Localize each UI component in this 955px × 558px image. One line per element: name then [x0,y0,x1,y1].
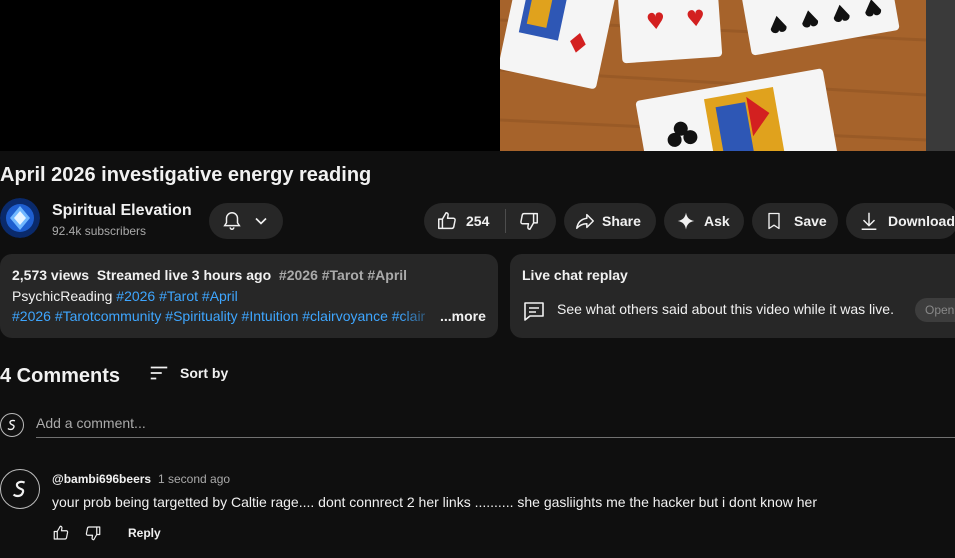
ask-label: Ask [704,213,730,229]
stream-time: Streamed live 3 hours ago [96,267,272,283]
like-button[interactable]: 254 [436,210,489,232]
view-count: 2,573 views [12,267,90,283]
live-chat-description: See what others said about this video wh… [557,301,894,317]
notification-bell-button[interactable] [209,203,283,239]
bell-icon [221,210,243,232]
description-meta-line: 2,573 views Streamed live 3 hours ago #2… [12,267,407,283]
channel-logo-image [0,198,40,238]
live-chat-replay-panel: Live chat replay See what others said ab… [510,254,955,338]
hashtag-links[interactable]: #2026 #Tarot #April [116,288,237,304]
text-fade [400,306,440,328]
channel-avatar[interactable] [0,198,40,238]
video-side-panel [926,0,955,151]
bookmark-icon [764,210,784,232]
share-button[interactable]: Share [564,203,656,239]
ask-button[interactable]: Ask [664,203,744,239]
comment-author-avatar[interactable] [0,469,40,509]
share-icon [574,210,596,232]
dislike-button[interactable] [518,210,540,232]
download-label: Download [888,213,955,229]
comment-reply-button[interactable]: Reply [128,526,161,540]
share-label: Share [602,213,641,229]
download-icon [858,210,880,232]
inline-hashtags: #2026 #Tarot #April [278,267,408,283]
more-button[interactable]: ...more [438,308,486,324]
user-avatar[interactable] [0,413,24,437]
sort-label: Sort by [180,365,229,381]
like-count: 254 [466,213,490,229]
comment-timestamp[interactable]: 1 second ago [158,472,230,486]
video-title: April 2026 investigative energy reading [0,164,372,186]
thumbs-down-icon [518,210,540,232]
open-chat-button[interactable]: Open [915,298,955,322]
sparkle-icon [676,211,696,231]
thumbs-up-icon [52,524,70,542]
comment-author[interactable]: @bambi696beers [52,472,151,486]
video-player-left-area[interactable] [0,0,500,151]
user-logo-icon [7,419,16,431]
description-box[interactable]: 2,573 views Streamed live 3 hours ago #2… [0,254,498,338]
like-dislike-group: 254 [424,203,556,239]
description-text: PsychicReading [12,288,113,304]
add-comment-input[interactable]: Add a comment... [36,415,146,431]
like-divider [505,209,507,233]
video-thumbnail-image [500,0,926,151]
live-chat-title: Live chat replay [522,267,628,283]
subscriber-count: 92.4k subscribers [52,224,147,238]
chat-icon [522,299,546,323]
save-button[interactable]: Save [752,203,838,239]
author-logo-icon [12,480,26,498]
sort-icon [148,362,170,384]
description-line-2: PsychicReading #2026 #Tarot #April [12,288,238,304]
chevron-down-icon [251,211,271,231]
comment-dislike-button[interactable] [84,524,102,542]
add-comment-underline [36,437,955,438]
comments-count: 4 Comments [0,365,121,387]
download-button[interactable]: Download [846,203,955,239]
video-frame[interactable] [500,0,926,151]
sort-by-button[interactable]: Sort by [148,362,228,384]
thumbs-up-icon [436,210,458,232]
thumbs-down-icon [84,524,102,542]
save-label: Save [794,213,827,229]
hashtag-links-row[interactable]: #2026 #Tarotcommunity #Spirituality #Int… [12,308,437,324]
comment-text: your prob being targetted by Caltie rage… [52,494,817,510]
channel-name[interactable]: Spiritual Elevation [52,202,192,220]
comment-like-button[interactable] [52,524,70,542]
